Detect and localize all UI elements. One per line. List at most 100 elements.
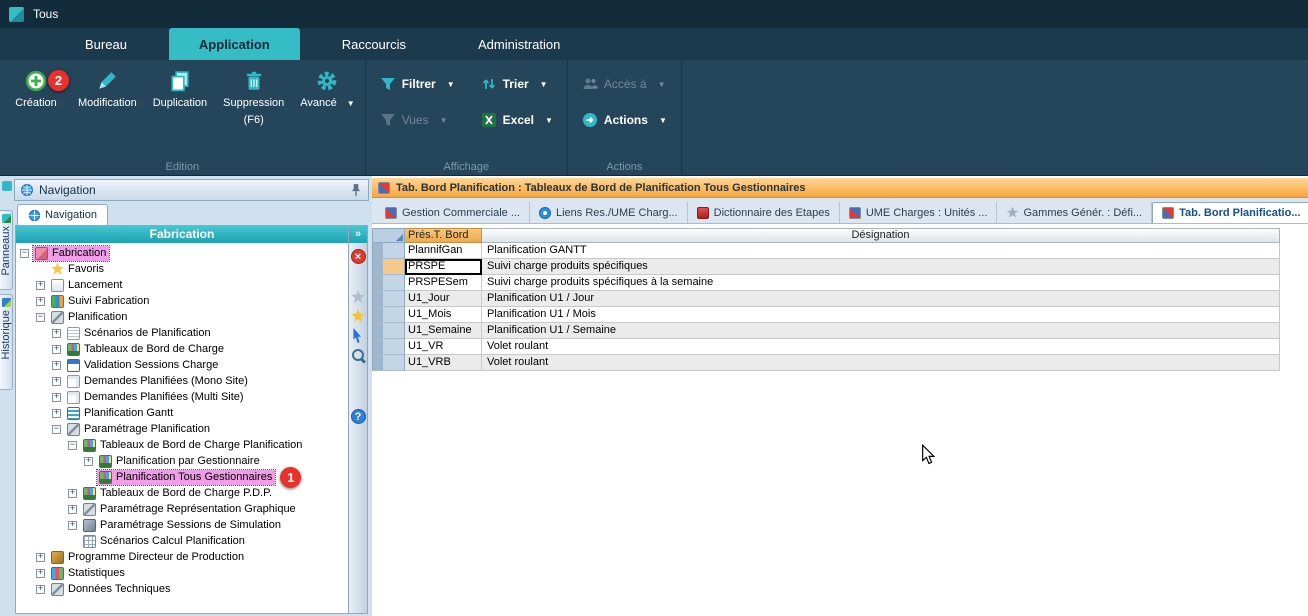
document-tab[interactable]: Gammes Génér. : Défi... [997, 202, 1152, 223]
tree-item[interactable]: −Fabrication [16, 245, 348, 261]
row-selector-cell[interactable] [372, 323, 405, 339]
tree-item-content[interactable]: Fabrication [33, 246, 109, 261]
modification-button[interactable]: Modification [78, 70, 137, 109]
tree-item[interactable]: +Programme Directeur de Production [16, 549, 348, 565]
avance-button[interactable]: Avancé▼ [300, 70, 354, 109]
cell-designation[interactable]: Volet roulant [482, 355, 1280, 371]
ribbon-tab-administration[interactable]: Administration [448, 28, 590, 60]
tree-item-content[interactable]: Validation Sessions Charge [65, 358, 221, 373]
cell-code[interactable]: PRSPE [405, 259, 482, 275]
cell-code[interactable]: U1_Semaine [405, 323, 482, 339]
collapse-panel-button[interactable]: » [349, 226, 367, 243]
table-row[interactable]: U1_JourPlanification U1 / Jour [372, 291, 1280, 307]
ribbon-tab-raccourcis[interactable]: Raccourcis [312, 28, 436, 60]
tree-item[interactable]: + Paramétrage Représentation Graphique [16, 501, 348, 517]
tree-item[interactable]: +Scénarios de Planification [16, 325, 348, 341]
tree-item[interactable]: + Validation Sessions Charge [16, 357, 348, 373]
duplication-button[interactable]: Duplication [153, 70, 207, 109]
help-tool-button[interactable]: ? [351, 409, 366, 424]
tree-expander[interactable]: − [36, 313, 45, 322]
cell-designation[interactable]: Volet roulant [482, 339, 1280, 355]
tree-expander[interactable]: + [68, 521, 77, 530]
side-tab-historique[interactable]: Historique [0, 294, 13, 390]
tree-item-content[interactable]: Planification Gantt [65, 406, 176, 421]
tree-item-content[interactable]: Paramétrage Sessions de Simulation [81, 518, 284, 533]
cell-designation[interactable]: Planification U1 / Mois [482, 307, 1280, 323]
table-row[interactable]: U1_VRVolet roulant [372, 339, 1280, 355]
chevron-down-icon[interactable]: ▼ [659, 116, 667, 125]
tree-expander[interactable]: + [36, 569, 45, 578]
tree-item[interactable]: + Demandes Planifiées (Multi Site) [16, 389, 348, 405]
tree-item-content[interactable]: Demandes Planifiées (Multi Site) [65, 390, 247, 405]
panels-menu-icon[interactable] [2, 181, 12, 191]
tree-expander[interactable]: + [52, 377, 61, 386]
tree-item[interactable]: +Planification Gantt [16, 405, 348, 421]
tree-expander[interactable]: + [68, 489, 77, 498]
tree-item[interactable]: + Tableaux de Bord de Charge [16, 341, 348, 357]
table-row[interactable]: U1_SemainePlanification U1 / Semaine [372, 323, 1280, 339]
cell-code[interactable]: PlannifGan [405, 243, 482, 259]
cell-designation[interactable]: Suivi charge produits spécifiques [482, 259, 1280, 275]
tree-expander[interactable]: − [20, 249, 29, 258]
row-selector-cell[interactable] [372, 291, 405, 307]
tree-expander[interactable]: + [36, 585, 45, 594]
filter-star-tool-button[interactable] [351, 290, 365, 304]
table-row[interactable]: PRSPESuivi charge produits spécifiques [372, 259, 1280, 275]
document-tab[interactable]: Tab. Bord Planificatio... [1152, 202, 1308, 223]
cell-designation[interactable]: Planification U1 / Jour [482, 291, 1280, 307]
cell-designation[interactable]: Planification GANTT [482, 243, 1280, 259]
suppression-button[interactable]: Suppression(F6) [223, 70, 284, 126]
row-selector-cell[interactable] [372, 275, 405, 291]
tree-expander[interactable]: + [52, 393, 61, 402]
ribbon-tab-application[interactable]: Application [169, 28, 300, 60]
row-selector-cell[interactable] [372, 243, 405, 259]
filtrer-button[interactable]: Filtrer▼ [380, 76, 455, 92]
tree-item[interactable]: Scénarios Calcul Planification [16, 533, 348, 549]
tree-item[interactable]: + Paramétrage Sessions de Simulation [16, 517, 348, 533]
tree-item-content[interactable]: Statistiques [49, 566, 128, 581]
tree-item[interactable]: −Planification [16, 309, 348, 325]
cell-code[interactable]: U1_Mois [405, 307, 482, 323]
chevron-down-icon[interactable]: ▼ [540, 80, 548, 89]
tab-navigation[interactable]: Navigation [17, 204, 108, 225]
cell-code[interactable]: U1_Jour [405, 291, 482, 307]
tree-item[interactable]: −Tableaux de Bord de Charge Planificatio… [16, 437, 348, 453]
search-tool-button[interactable] [351, 348, 366, 363]
chevron-down-icon[interactable]: ▼ [545, 116, 553, 125]
vues-button[interactable]: Vues▼ [380, 112, 455, 128]
tree-item[interactable]: + Statistiques [16, 565, 348, 581]
tree-item-content[interactable]: Planification Tous Gestionnaires [97, 470, 275, 485]
document-tab[interactable]: Gestion Commerciale ... [376, 202, 530, 223]
tree-item-content[interactable]: Tableaux de Bord de Charge Planification [81, 438, 305, 453]
tree-expander[interactable]: + [52, 329, 61, 338]
document-tab[interactable]: UME Charges : Unités ... [840, 202, 998, 223]
chevron-down-icon[interactable]: ▼ [440, 116, 448, 125]
column-header-code[interactable]: Prés.T. Bord [405, 228, 482, 243]
cell-designation[interactable]: Planification U1 / Semaine [482, 323, 1280, 339]
table-row[interactable]: PRSPESemSuivi charge produits spécifique… [372, 275, 1280, 291]
chevron-down-icon[interactable]: ▼ [347, 99, 355, 108]
tree-item-content[interactable]: Planification [49, 310, 130, 325]
cell-code[interactable]: U1_VR [405, 339, 482, 355]
row-selector-cell[interactable] [372, 307, 405, 323]
tree-item-content[interactable]: Lancement [49, 278, 125, 293]
tree-expander[interactable]: + [68, 505, 77, 514]
ribbon-tab-bureau[interactable]: Bureau [55, 28, 157, 60]
tree-item-content[interactable]: Tableaux de Bord de Charge [65, 342, 227, 357]
tree-item-content[interactable]: Tableaux de Bord de Charge P.D.P. [81, 486, 275, 501]
row-selector-cell[interactable] [372, 259, 405, 275]
tree-item-content[interactable]: Scénarios Calcul Planification [81, 534, 248, 549]
tree-expander[interactable]: + [36, 281, 45, 290]
row-selector-cell[interactable] [372, 339, 405, 355]
tree-item-content[interactable]: Paramétrage Représentation Graphique [81, 502, 299, 517]
excel-button[interactable]: Excel▼ [481, 112, 553, 128]
tree-expander[interactable]: + [84, 457, 93, 466]
row-selector-cell[interactable] [372, 355, 405, 371]
tree-item[interactable]: −Paramétrage Planification [16, 421, 348, 437]
tree-item[interactable]: + Tableaux de Bord de Charge P.D.P. [16, 485, 348, 501]
tree-item[interactable]: +Planification par Gestionnaire [16, 453, 348, 469]
tree-expander[interactable]: + [52, 345, 61, 354]
tree-expander[interactable]: + [36, 297, 45, 306]
tree-expander[interactable]: + [52, 361, 61, 370]
tree-item-content[interactable]: Paramétrage Planification [65, 422, 213, 437]
